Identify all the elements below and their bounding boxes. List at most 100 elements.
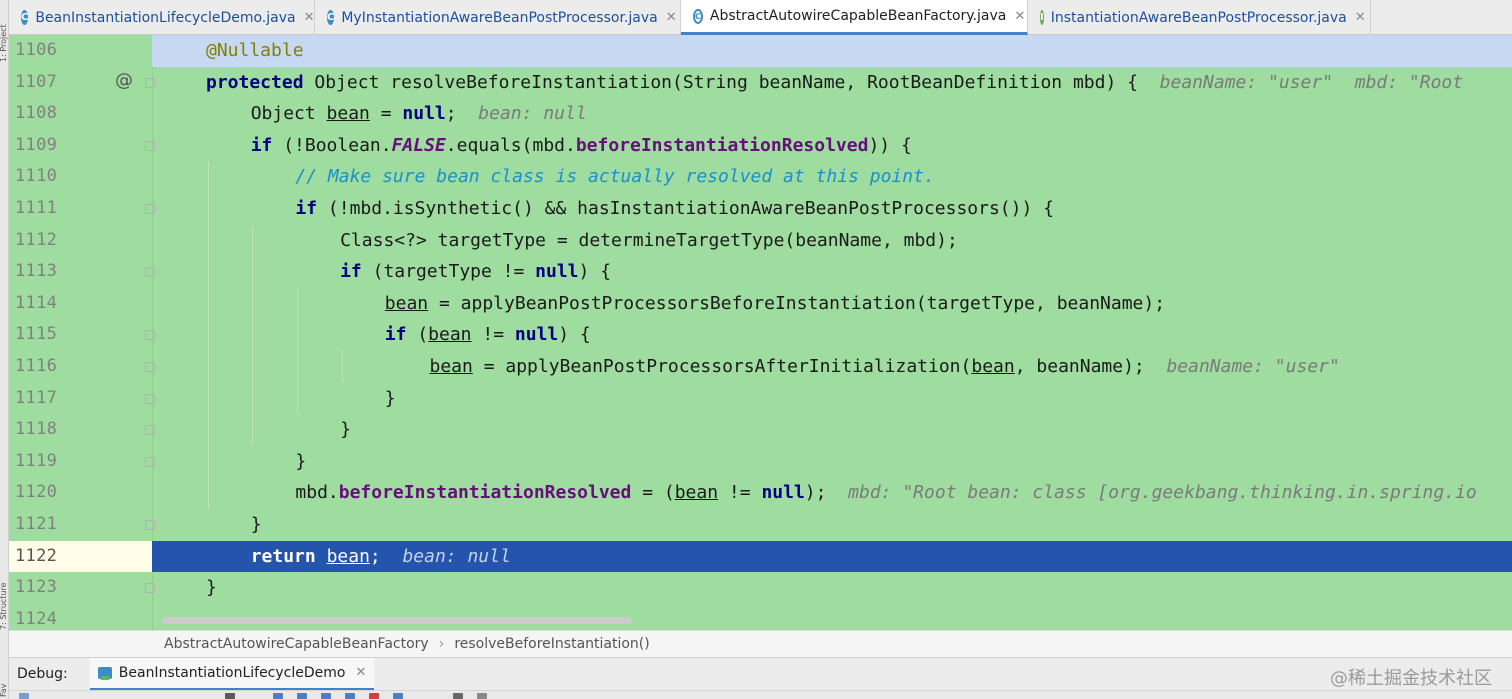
code-line[interactable]: 1107 protected Object resolveBeforeInstan…: [9, 67, 1512, 99]
breadcrumb-separator: ›: [438, 636, 445, 652]
code-line[interactable]: 1119}: [9, 446, 1512, 478]
close-icon[interactable]: ✕: [666, 10, 677, 25]
step-over-icon[interactable]: [273, 693, 283, 699]
fold-marker-icon[interactable]: [145, 362, 155, 372]
code-token: }: [384, 387, 396, 409]
tab-abstractautowirecapablebeanfactory[interactable]: C AbstractAutowireCapableBeanFactory.java…: [681, 0, 1028, 35]
code-token: bean: [384, 292, 429, 314]
fold-marker-icon[interactable]: [145, 425, 155, 436]
code-token: null: [402, 103, 446, 125]
code-line[interactable]: 1121}: [9, 509, 1512, 541]
indent-guide: [252, 256, 254, 288]
indent-guide: [252, 319, 254, 351]
fold-marker-icon[interactable]: [145, 583, 155, 594]
code-line[interactable]: 1110 // Make sure bean class is actually …: [9, 161, 1512, 193]
line-number: 1112: [15, 229, 58, 250]
close-icon[interactable]: ✕: [1014, 9, 1025, 24]
code-line[interactable]: 1116 bean = applyBeanPostProcessorsAfterI…: [9, 351, 1512, 383]
fold-marker-icon[interactable]: [145, 140, 155, 151]
tab-title: MyInstantiationAwareBeanPostProcessor.ja…: [341, 9, 658, 26]
code-line[interactable]: 1113 if (targetType != null) {: [9, 256, 1512, 288]
code-text: Object bean = null; bean: null: [251, 103, 587, 124]
code-line[interactable]: 1114 bean = applyBeanPostProcessorsBefore…: [9, 288, 1512, 320]
tab-instantiationawarebeanpostprocessor[interactable]: I InstantiationAwareBeanPostProcessor.jav…: [1028, 0, 1371, 35]
drop-frame-icon[interactable]: [369, 693, 379, 699]
current-execution-line[interactable]: 1122 return bean; bean: null: [9, 540, 1512, 573]
code-line[interactable]: 1112 Class<?> targetType = determineTarge…: [9, 225, 1512, 257]
line-number: 1110: [15, 166, 58, 187]
fold-marker-icon[interactable]: [145, 330, 155, 341]
indent-guide: [207, 161, 209, 193]
evaluate-icon[interactable]: [453, 693, 463, 699]
close-icon[interactable]: ✕: [304, 10, 315, 25]
code-token: beforeInstantiationResolved: [575, 134, 869, 156]
fold-marker-icon[interactable]: [145, 267, 155, 278]
indent-guide: [252, 414, 254, 446]
code-token: (!Boolean.: [272, 134, 392, 156]
watermark: @稀土掘金技术社区: [1330, 668, 1492, 689]
code-line[interactable]: 1123}: [9, 572, 1512, 604]
code-token: = applyBeanPostProcessorsAfterInitializa…: [472, 356, 972, 377]
line-number: 1119: [15, 450, 58, 471]
code-line[interactable]: 1115 if (bean != null) {: [9, 319, 1512, 351]
code-line[interactable]: 1111 if (!mbd.isSynthetic() && hasInstant…: [9, 193, 1512, 225]
code-text: Class<?> targetType = determineTargetTyp…: [340, 230, 958, 251]
indent-guide: [207, 224, 209, 257]
code-token: (: [406, 324, 429, 346]
code-text: }: [251, 514, 262, 535]
inline-debug-value: beanName: "user" mbd: "Root: [1159, 71, 1464, 93]
close-icon[interactable]: ✕: [1355, 10, 1366, 25]
code-token: bean: [326, 103, 370, 125]
class-icon: C: [327, 10, 335, 25]
code-line[interactable]: 1124: [9, 604, 1512, 630]
tab-beaninstantiationlifecycledemo[interactable]: C BeanInstantiationLifecycleDemo.java ✕: [9, 0, 315, 35]
favorites-tool-label[interactable]: Fav: [0, 675, 9, 697]
code-token: );: [804, 482, 849, 504]
step-into-icon[interactable]: [297, 693, 307, 699]
project-tool-label[interactable]: 1: Project: [0, 2, 9, 62]
fold-marker-icon[interactable]: [145, 77, 155, 88]
code-text: bean = applyBeanPostProcessorsAfterIniti…: [430, 356, 1340, 377]
code-token: ;: [369, 545, 403, 567]
line-number: 1122: [15, 545, 58, 566]
code-editor[interactable]: 1106 @Nullable 1107 protected Object resolv…: [9, 35, 1512, 630]
indent-guide: [297, 319, 299, 351]
line-number: 1111: [15, 198, 58, 218]
indent-guide: [252, 351, 254, 383]
code-token: ;: [445, 103, 479, 125]
code-line[interactable]: 1108 Object bean = null; bean: null: [9, 98, 1512, 130]
fold-marker-icon[interactable]: [145, 393, 155, 404]
debug-session-tab[interactable]: BeanInstantiationLifecycleDemo ✕: [89, 657, 375, 691]
interface-icon: I: [1040, 10, 1044, 25]
line-number: 1120: [15, 482, 58, 503]
code-token: .equals(mbd.: [445, 134, 576, 156]
fold-marker-icon[interactable]: [145, 204, 155, 214]
close-icon[interactable]: ✕: [355, 665, 366, 680]
fold-marker-icon[interactable]: [145, 456, 155, 467]
tab-myinstantiationawarebeanpostprocessor[interactable]: C MyInstantiationAwareBeanPostProcessor.j…: [315, 0, 681, 35]
code-line[interactable]: 1120 mbd.beforeInstantiationResolved = (b…: [9, 477, 1512, 509]
breadcrumb-class[interactable]: AbstractAutowireCapableBeanFactory: [164, 636, 429, 652]
code-line[interactable]: 1109 if (!Boolean.FALSE.equals(mbd.before…: [9, 130, 1512, 162]
rerun-icon[interactable]: [19, 693, 29, 699]
stop-icon[interactable]: [225, 693, 235, 699]
debug-config-icon: [97, 666, 112, 680]
structure-tool-label[interactable]: 7: Structure: [0, 560, 9, 630]
code-token: null: [761, 482, 805, 504]
step-out-icon[interactable]: [345, 693, 355, 699]
code-token: bean: [971, 356, 1015, 377]
run-to-cursor-icon[interactable]: [393, 693, 403, 699]
line-number: 1118: [15, 419, 58, 440]
line-number: 1123: [15, 577, 58, 598]
fold-marker-icon[interactable]: [145, 520, 155, 530]
code-line[interactable]: 1118}: [9, 414, 1512, 446]
code-line[interactable]: 1106 @Nullable: [9, 35, 1512, 67]
settings-icon[interactable]: [477, 693, 487, 699]
breadcrumb-method[interactable]: resolveBeforeInstantiation(): [454, 636, 649, 652]
indent-guide: [207, 287, 209, 320]
override-marker-icon[interactable]: @: [115, 70, 133, 91]
code-token: FALSE: [391, 134, 446, 156]
code-line[interactable]: 1117}: [9, 383, 1512, 415]
force-step-into-icon[interactable]: [321, 693, 331, 699]
code-token: if: [295, 198, 318, 219]
